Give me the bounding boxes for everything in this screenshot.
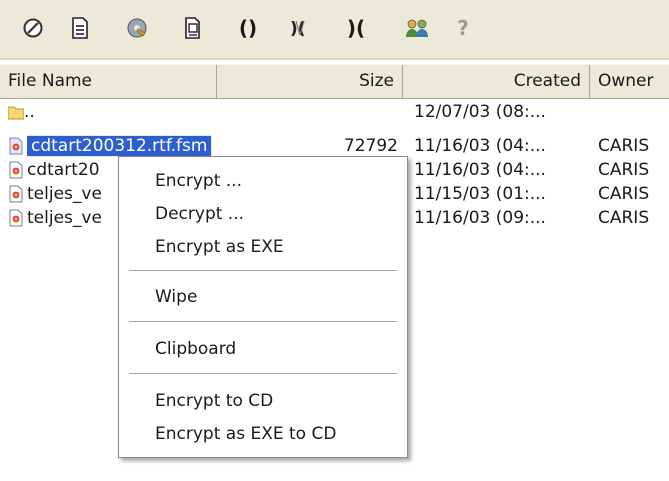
menu-item-encrypt[interactable]: Encrypt ... [119, 165, 407, 197]
rtf-file-icon [9, 209, 23, 227]
copy-document-icon[interactable] [178, 13, 208, 43]
parentheses-open-icon[interactable]: () [233, 13, 263, 43]
menu-item-clipboard[interactable]: Clipboard [119, 333, 407, 365]
size-cell [217, 100, 398, 124]
encrypted-file-icon [9, 137, 23, 155]
menu-separator [129, 373, 397, 374]
created-cell: 11/16/03 (09:... [414, 208, 546, 228]
owner-cell [598, 100, 669, 124]
owner-cell: CARIS [598, 208, 650, 228]
created-cell: 11/15/03 (01:... [414, 184, 546, 204]
file-name-cell: teljes_ve [27, 208, 102, 228]
menu-item-encrypt-as-exe-to-cd[interactable]: Encrypt as EXE to CD [119, 418, 407, 450]
context-menu: Encrypt ... Decrypt ... Encrypt as EXE W… [118, 156, 408, 458]
disk-key-icon[interactable] [122, 13, 152, 43]
file-name-cell: teljes_ve [27, 184, 102, 204]
file-list-header: File Name Size Created Owner [0, 64, 669, 99]
created-cell: 11/16/03 (04:... [414, 136, 546, 156]
owner-cell: CARIS [598, 160, 650, 180]
parentheses-close-icon[interactable]: )( [341, 13, 371, 43]
owner-cell: CARIS [598, 184, 650, 204]
column-header-size[interactable]: Size [217, 65, 403, 98]
table-row[interactable]: .. 12/07/03 (08:... [0, 100, 669, 124]
rtf-file-icon [9, 161, 23, 179]
toolbar: () )( )( ? [0, 0, 669, 59]
size-cell: 72792 [343, 136, 398, 156]
file-name-cell: .. [24, 102, 35, 122]
document-icon[interactable] [65, 13, 95, 43]
rtf-file-icon [9, 185, 23, 203]
wipe-icon[interactable] [18, 13, 48, 43]
file-name-cell: cdtart200312.rtf.fsm [27, 134, 227, 158]
owner-cell: CARIS [598, 136, 650, 156]
help-icon[interactable]: ? [448, 13, 478, 43]
folder-icon [8, 106, 24, 120]
created-cell: 12/07/03 (08:... [414, 102, 546, 122]
created-cell: 11/16/03 (04:... [414, 160, 546, 180]
menu-item-decrypt[interactable]: Decrypt ... [119, 198, 407, 230]
toolbar-divider [0, 58, 669, 60]
file-name-cell: cdtart20 [27, 160, 100, 180]
table-row-selected[interactable]: cdtart200312.rtf.fsm 72792 11/16/03 (04:… [0, 134, 669, 158]
menu-separator [129, 321, 397, 322]
menu-item-encrypt-to-cd[interactable]: Encrypt to CD [119, 385, 407, 417]
users-icon[interactable] [402, 13, 432, 43]
menu-item-wipe[interactable]: Wipe [119, 281, 407, 313]
split-encrypt-icon[interactable]: )( [285, 13, 315, 43]
column-header-owner[interactable]: Owner [590, 65, 669, 98]
column-header-file-name[interactable]: File Name [0, 65, 217, 98]
column-header-created[interactable]: Created [403, 65, 590, 98]
menu-separator [129, 270, 397, 271]
menu-item-encrypt-as-exe[interactable]: Encrypt as EXE [119, 231, 407, 263]
